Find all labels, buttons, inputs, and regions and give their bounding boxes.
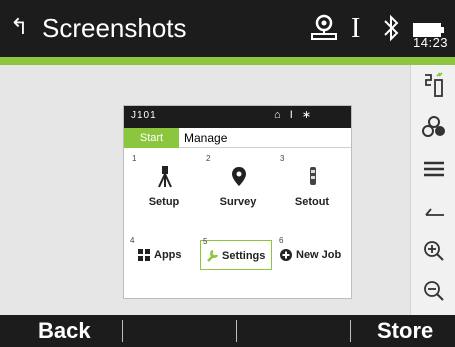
preview-button-label: Settings	[222, 250, 266, 262]
preview-button-label: New Job	[296, 249, 342, 261]
group-icon	[421, 116, 445, 137]
preview-tile-label: Setout	[294, 196, 330, 208]
softkey-divider	[122, 320, 123, 342]
screenshot-viewer: J101 ⌂ I ∗ Start Manage 1 Setup 2 Survey…	[0, 65, 410, 315]
back-arrow-icon[interactable]: ↰	[10, 14, 32, 40]
bluetooth-icon[interactable]	[381, 11, 403, 45]
screenshot-preview[interactable]: J101 ⌂ I ∗ Start Manage 1 Setup 2 Survey…	[123, 105, 352, 299]
softkey-bar: Back Store	[0, 315, 455, 347]
zoom-out-icon	[423, 281, 444, 301]
add-circle-icon	[280, 249, 292, 261]
zoom-out-button[interactable]	[411, 271, 455, 311]
preview-tabs: Start Manage	[124, 128, 351, 148]
survey-status-icon[interactable]	[309, 12, 339, 42]
preview-tile-number: 3	[280, 154, 285, 163]
location-pin-icon	[232, 167, 246, 186]
preview-button-settings: 5 Settings	[200, 237, 272, 270]
softkey-divider	[350, 320, 351, 342]
softkey-divider	[236, 320, 237, 342]
page-title: Screenshots	[42, 13, 187, 43]
preview-button-new-job: 6 New Job	[277, 236, 351, 270]
preview-tile-label: Setup	[148, 196, 180, 208]
preview-title-bar: J101 ⌂ I ∗	[124, 106, 351, 128]
store-softkey[interactable]: Store	[377, 315, 433, 347]
preview-tile-number: 2	[206, 154, 211, 163]
preview-button-apps: 4 Apps	[128, 236, 194, 270]
stakeout-pole-icon	[310, 167, 316, 185]
preview-button-number: 6	[279, 236, 284, 245]
preview-button-label: Apps	[154, 249, 182, 261]
apps-grid-icon	[138, 249, 150, 261]
tripod-icon	[158, 166, 172, 188]
zoom-in-icon	[423, 241, 444, 261]
title-underline	[0, 57, 410, 65]
preview-tile-label: Survey	[219, 196, 257, 208]
preview-tile-number: 1	[132, 154, 137, 163]
menu-button[interactable]	[411, 149, 455, 189]
right-toolbar	[410, 65, 455, 315]
preview-status-icons: ⌂ I ∗	[274, 109, 315, 121]
zoom-in-button[interactable]	[411, 231, 455, 271]
menu-icon	[423, 161, 444, 177]
title-bar: ↰ Screenshots I 14:23	[0, 0, 455, 57]
units-toggle-icon	[424, 72, 443, 97]
wrench-icon	[207, 249, 219, 262]
back-softkey[interactable]: Back	[38, 315, 91, 347]
preview-job-name: J101	[131, 110, 157, 121]
preview-tile-setout: 3 Setout	[276, 152, 348, 218]
preview-button-number: 5	[203, 237, 208, 246]
screen: ↰ Screenshots I 14:23 J101 ⌂ I ∗ Start M…	[0, 0, 455, 347]
preview-tile-survey: 2 Survey	[202, 152, 274, 218]
group-button[interactable]	[411, 107, 455, 147]
preview-button-number: 4	[130, 236, 135, 245]
preview-tab-manage: Manage	[184, 131, 228, 145]
preview-tile-setup: 1 Setup	[128, 152, 200, 218]
title-underline-right	[410, 57, 455, 65]
interface-status-icon[interactable]: I	[351, 14, 360, 44]
back-button[interactable]	[411, 191, 455, 231]
clock: 14:23	[413, 35, 449, 50]
units-toggle-button[interactable]	[411, 65, 455, 105]
back-icon	[424, 208, 444, 216]
preview-tab-start: Start	[124, 128, 179, 148]
